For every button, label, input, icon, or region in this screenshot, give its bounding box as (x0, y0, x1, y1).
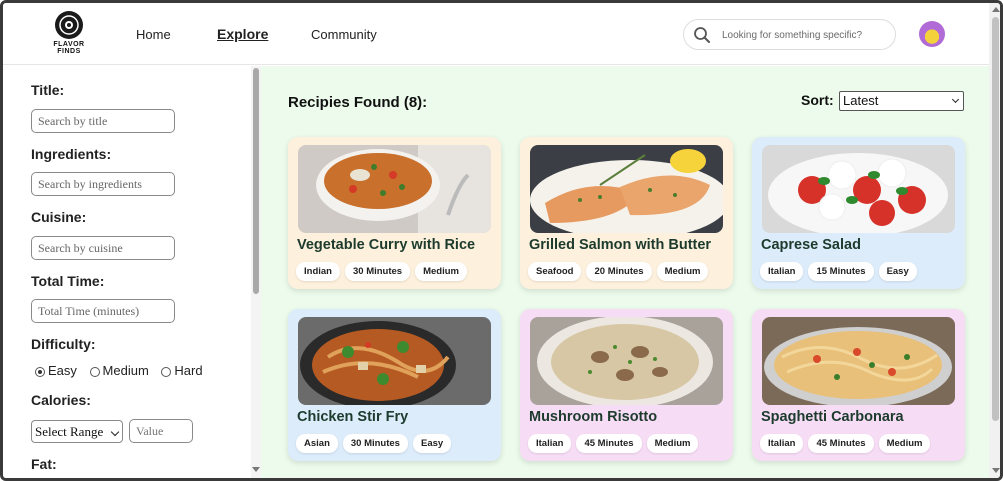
radio-medium-label: Medium (102, 363, 149, 378)
results-count-title: Recipies Found (8): (288, 94, 428, 111)
total-time-filter-label: Total Time: (31, 273, 105, 289)
page-scroll-thumb[interactable] (992, 17, 999, 421)
cuisine-tag: Italian (760, 262, 804, 281)
recipe-tags: Indian 30 Minutes Medium (296, 261, 472, 281)
chevron-down-icon (110, 427, 120, 437)
radio-hard-label: Hard (174, 363, 203, 378)
recipe-card[interactable]: Mushroom Risotto Italian 45 Minutes Medium (520, 309, 733, 461)
recipe-title[interactable]: Mushroom Risotto (529, 409, 657, 425)
user-avatar[interactable] (919, 21, 945, 47)
recipe-tags: Asian 30 Minutes Easy (296, 433, 456, 453)
difficulty-radio-group: Easy Medium Hard (35, 363, 212, 378)
time-tag: 45 Minutes (576, 434, 642, 453)
time-tag: 15 Minutes (808, 262, 874, 281)
difficulty-medium-option[interactable]: Medium (89, 363, 149, 378)
nav-community-link[interactable]: Community (311, 27, 377, 42)
recipe-image-carbonara[interactable] (762, 317, 955, 405)
recipe-card[interactable]: Vegetable Curry with Rice Indian 30 Minut… (288, 137, 501, 289)
recipe-image-curry[interactable] (298, 145, 491, 233)
difficulty-filter-label: Difficulty: (31, 336, 96, 352)
logo-text: FLAVOR FINDS (53, 41, 85, 55)
recipe-tags: Italian 45 Minutes Medium (760, 433, 935, 453)
ingredients-filter-input[interactable] (31, 172, 175, 196)
time-tag: 30 Minutes (342, 434, 408, 453)
sidebar-scrollbar[interactable] (251, 66, 261, 478)
radio-medium[interactable] (89, 366, 100, 377)
difficulty-tag: Medium (656, 262, 709, 281)
difficulty-easy-option[interactable]: Easy (35, 363, 77, 378)
calories-range-value: Select Range (35, 424, 104, 439)
chevron-down-icon (951, 95, 960, 104)
page-scrollbar[interactable] (989, 3, 1000, 478)
difficulty-tag: Easy (412, 434, 452, 453)
recipe-tags: Seafood 20 Minutes Medium (528, 261, 713, 281)
cuisine-tag: Italian (528, 434, 572, 453)
recipe-title[interactable]: Caprese Salad (761, 237, 861, 253)
radio-easy-label: Easy (48, 363, 77, 378)
sort-label: Sort: (801, 92, 834, 108)
top-nav-bar: FLAVOR FINDS Home Explore Community (3, 3, 1000, 65)
fat-filter-label: Fat: (31, 456, 57, 472)
total-time-filter-input[interactable] (31, 299, 175, 323)
calories-value-input[interactable] (129, 419, 193, 443)
search-bar[interactable] (683, 19, 896, 50)
radio-hard[interactable] (161, 366, 172, 377)
recipe-title[interactable]: Grilled Salmon with Butter (529, 237, 711, 253)
recipe-image-salmon[interactable] (530, 145, 723, 233)
app-window: FLAVOR FINDS Home Explore Community Titl… (0, 0, 1003, 481)
difficulty-tag: Medium (415, 262, 467, 281)
recipe-card[interactable]: Grilled Salmon with Butter Seafood 20 Min… (520, 137, 733, 289)
cuisine-tag: Asian (296, 434, 338, 453)
recipe-image-risotto[interactable] (530, 317, 723, 405)
scroll-up-arrow-icon[interactable] (992, 7, 1000, 12)
title-filter-input[interactable] (31, 109, 175, 133)
scroll-down-arrow-icon[interactable] (252, 467, 260, 472)
nav-explore-link[interactable]: Explore (217, 26, 268, 42)
time-tag: 20 Minutes (586, 262, 652, 281)
recipe-title[interactable]: Chicken Stir Fry (297, 409, 408, 425)
recipe-image-stir-fry[interactable] (298, 317, 491, 405)
calories-range-select[interactable]: Select Range (31, 420, 123, 443)
recipe-card[interactable]: Spaghetti Carbonara Italian 45 Minutes Med… (752, 309, 965, 461)
cuisine-tag: Seafood (528, 262, 582, 281)
recipe-card[interactable]: Chicken Stir Fry Asian 30 Minutes Easy (288, 309, 501, 461)
filter-sidebar: Title: Ingredients: Cuisine: Total Time:… (3, 66, 261, 478)
scroll-down-arrow-icon[interactable] (992, 468, 1000, 473)
difficulty-tag: Easy (878, 262, 917, 281)
recipe-tags: Italian 15 Minutes Easy (760, 261, 922, 281)
radio-easy[interactable] (35, 366, 45, 377)
flavor-finds-logo[interactable]: FLAVOR FINDS (49, 9, 89, 57)
nav-home-link[interactable]: Home (136, 27, 171, 42)
recipe-title[interactable]: Spaghetti Carbonara (761, 409, 904, 425)
difficulty-tag: Medium (878, 434, 931, 453)
calories-filter-label: Calories: (31, 392, 91, 408)
sort-value: Latest (843, 93, 879, 108)
cuisine-filter-label: Cuisine: (31, 209, 87, 225)
cuisine-tag: Italian (760, 434, 804, 453)
recipe-card[interactable]: Caprese Salad Italian 15 Minutes Easy (752, 137, 965, 289)
ingredients-filter-label: Ingredients: (31, 146, 112, 162)
difficulty-hard-option[interactable]: Hard (161, 363, 203, 378)
cuisine-filter-input[interactable] (31, 236, 175, 260)
recipe-title[interactable]: Vegetable Curry with Rice (297, 237, 475, 253)
search-icon[interactable] (693, 26, 711, 44)
sort-select[interactable]: Latest (839, 91, 964, 111)
difficulty-tag: Medium (646, 434, 699, 453)
search-input[interactable] (722, 26, 890, 45)
cuisine-tag: Indian (296, 262, 340, 281)
title-filter-label: Title: (31, 82, 65, 98)
recipe-results-panel: Recipies Found (8): Sort: Latest Vegetab… (261, 66, 989, 478)
recipe-image-caprese[interactable] (762, 145, 955, 233)
time-tag: 30 Minutes (344, 262, 411, 281)
time-tag: 45 Minutes (808, 434, 874, 453)
sidebar-scroll-thumb[interactable] (253, 68, 259, 294)
recipe-tags: Italian 45 Minutes Medium (528, 433, 703, 453)
